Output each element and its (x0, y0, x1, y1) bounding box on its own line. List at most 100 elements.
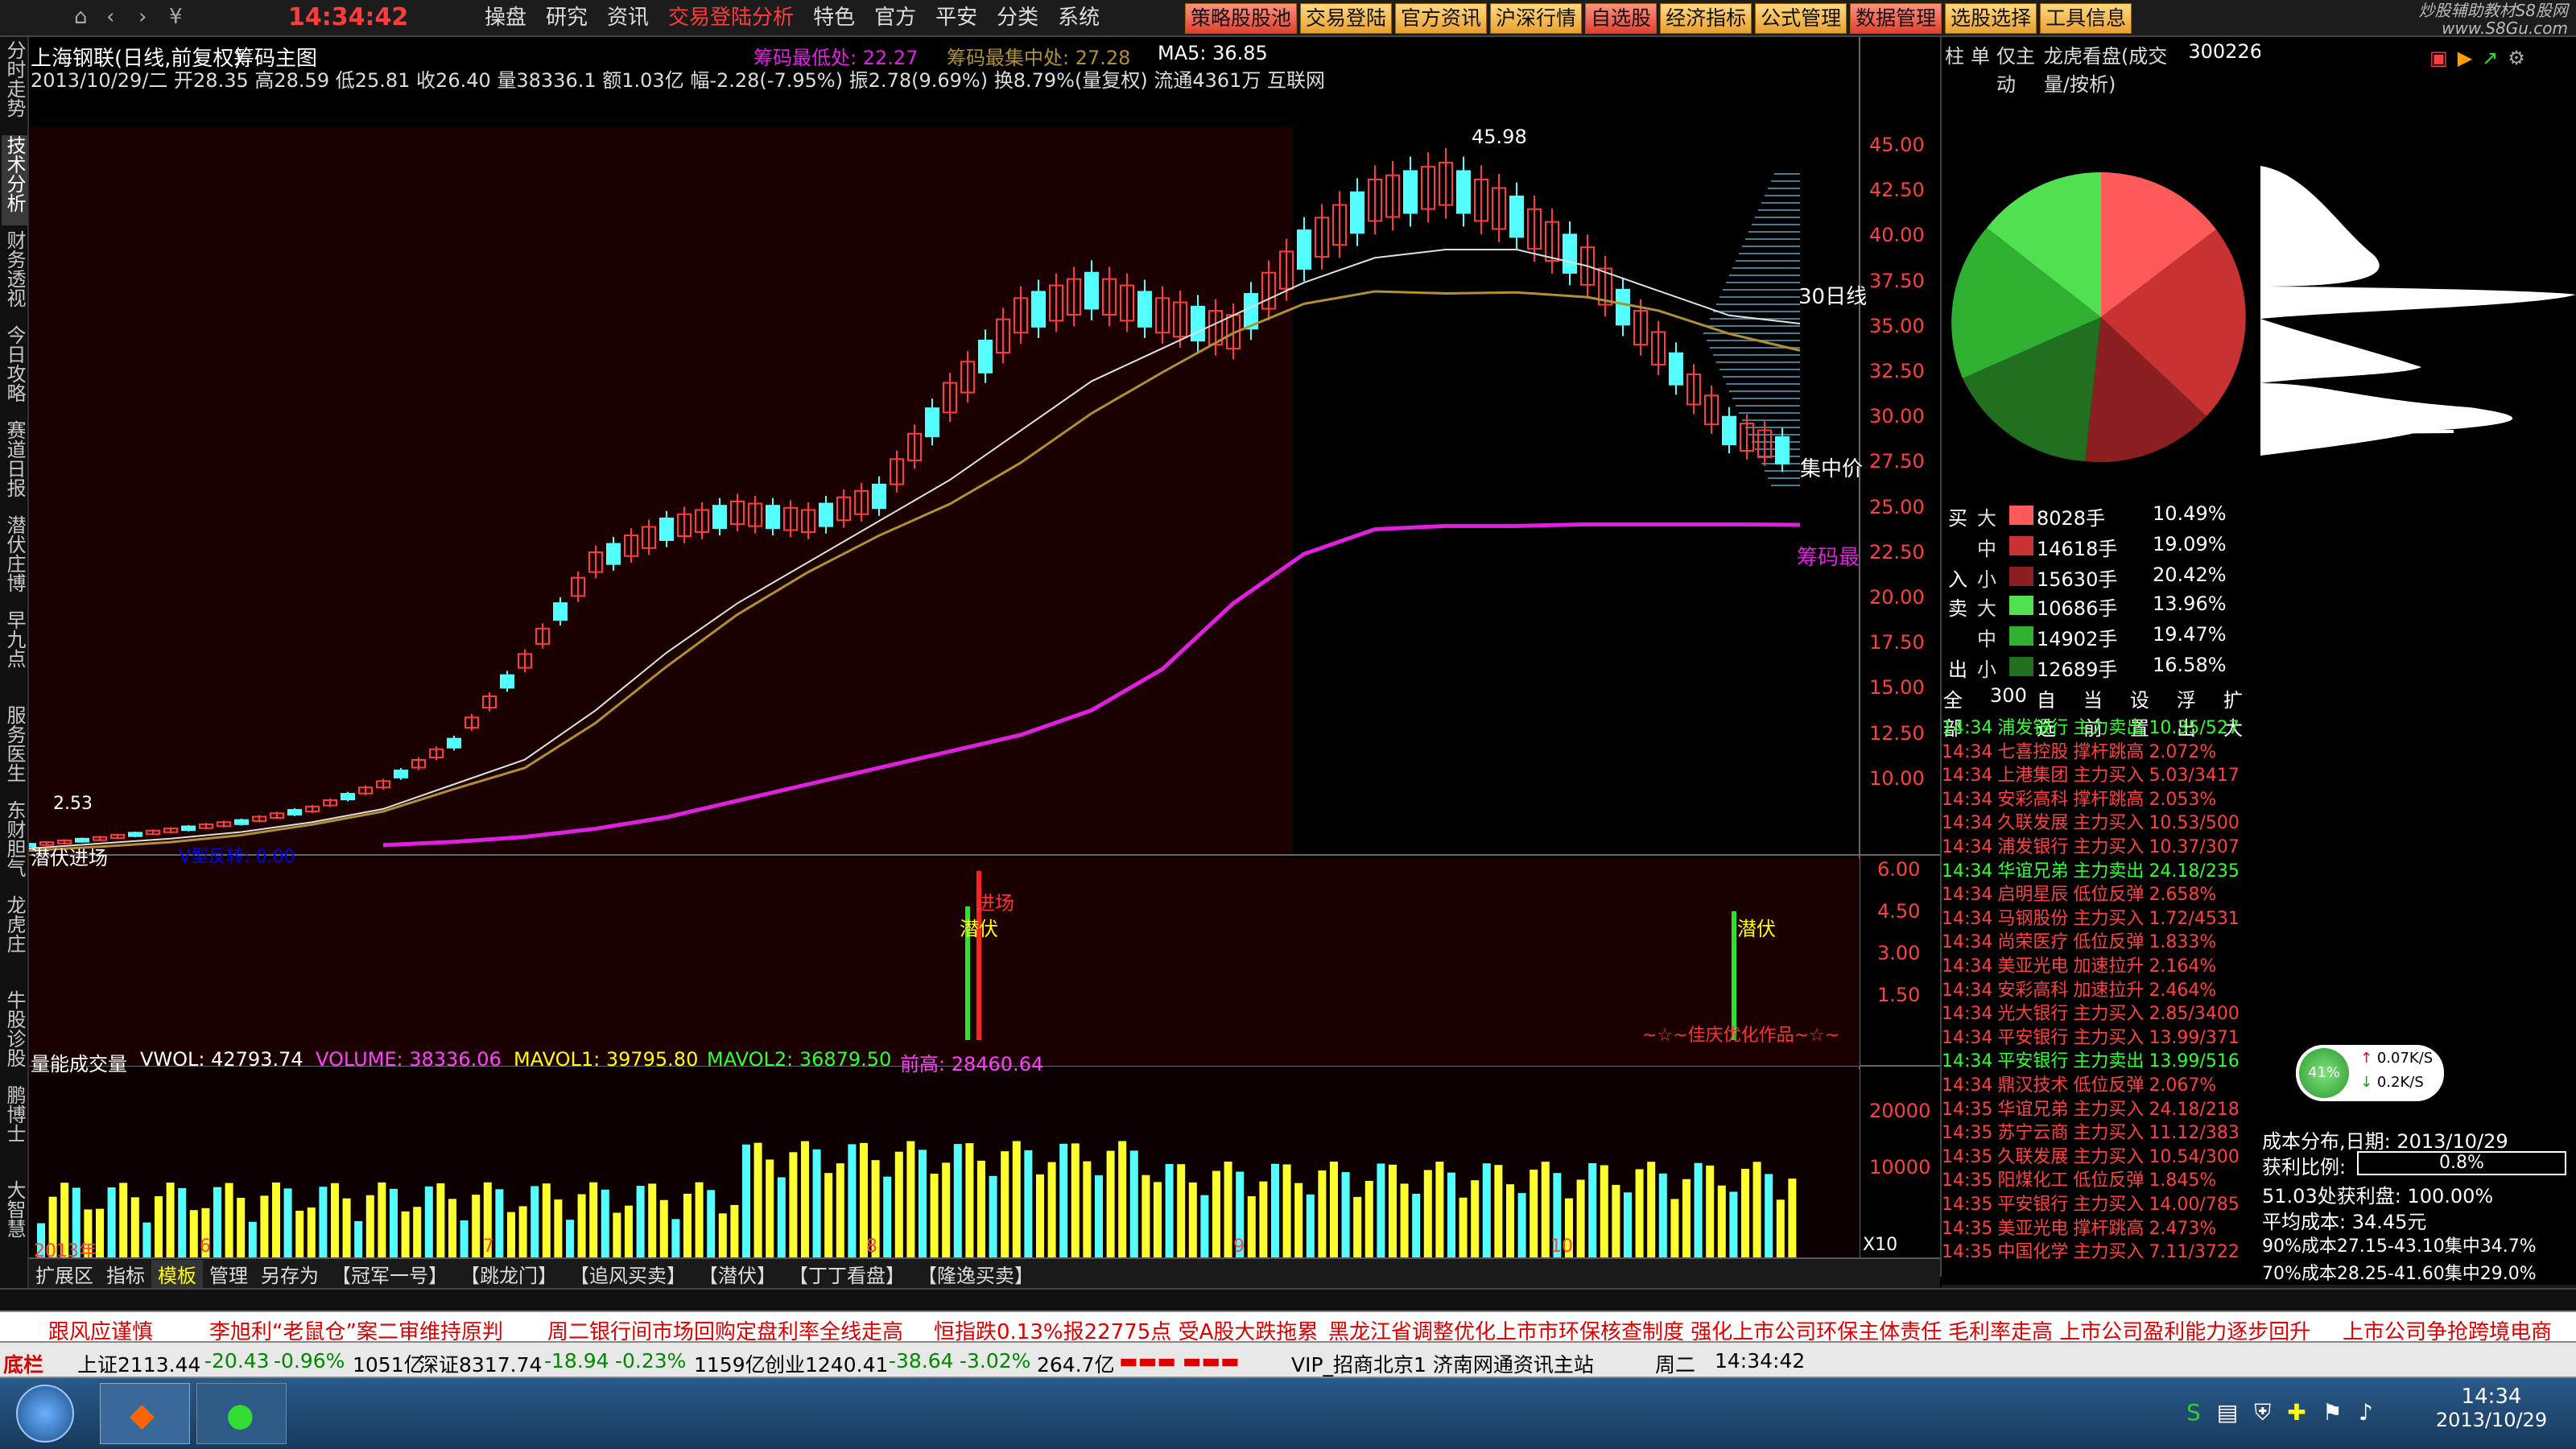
ticker-item[interactable]: 毛利率走高 上市公司盈利能力逐步回升 (1948, 1315, 2310, 1341)
tray-network-icon[interactable]: ▤ (2217, 1399, 2238, 1426)
function-button-6[interactable]: 公式管理 (1755, 3, 1847, 34)
kline-chart[interactable] (29, 37, 1940, 1277)
flow-row[interactable]: 14:35 久联发展 主力买入 10.54/300 (1942, 1142, 2262, 1166)
bottom-tab-2[interactable]: 模板 (151, 1259, 203, 1288)
flow-row[interactable]: 14:34 启明星辰 低位反弹 2.658% (1942, 880, 2262, 903)
forward-icon[interactable]: › (138, 5, 147, 29)
left-nav-item-10[interactable]: 牛股诊股 (2, 990, 27, 1080)
left-nav-item-7[interactable]: 服务医生 (2, 705, 27, 795)
flow-row[interactable]: 14:35 中国化学 主力买入 7.11/3722 (1942, 1237, 2262, 1261)
function-button-8[interactable]: 选股选择 (1945, 3, 2037, 34)
panel-header-3[interactable]: 龙虎看盘(成交量/按析) (2044, 40, 2182, 96)
arrow-icon[interactable]: ↗ (2482, 47, 2498, 69)
panel-header-4[interactable]: 300226 (2188, 40, 2262, 68)
start-button[interactable] (16, 1385, 74, 1443)
flow-row[interactable]: 14:34 浦发银行 主力卖出 10.35/527 (1942, 713, 2262, 737)
server-name[interactable]: VIP_招商北京1 济南网通资讯主站 (1291, 1349, 1594, 1377)
flow-row[interactable]: 14:34 平安银行 主力卖出 13.99/516 (1942, 1046, 2262, 1070)
tray-s-icon[interactable]: S (2186, 1399, 2201, 1426)
bottom-tab-8[interactable]: 【潜伏】 (692, 1260, 782, 1288)
bottom-tab-6[interactable]: 【跳龙门】 (454, 1260, 564, 1288)
menu-item-3[interactable]: 交易登陆分析 (658, 3, 803, 32)
chart-icon[interactable]: ▣ (2429, 47, 2448, 69)
left-nav-item-0[interactable]: 分时走势 (2, 40, 27, 130)
bottom-tab-0[interactable]: 扩展区 (29, 1260, 100, 1288)
ticker-item[interactable]: 李旭利“老鼠仓”案二审维持原判 (209, 1315, 503, 1341)
left-nav-item-2[interactable]: 财务透视 (2, 230, 27, 320)
menu-item-8[interactable]: 系统 (1048, 3, 1109, 32)
flow-row[interactable]: 14:34 美亚光电 加速拉升 2.164% (1942, 952, 2262, 975)
function-button-4[interactable]: 自选股 (1585, 3, 1657, 34)
flow-row[interactable]: 14:34 安彩高科 加速拉升 2.464% (1942, 976, 2262, 999)
function-button-5[interactable]: 经济指标 (1660, 3, 1752, 34)
ticker-item[interactable]: 上市公司争抢跨境电商 (2343, 1315, 2552, 1341)
left-nav-item-4[interactable]: 赛道日报 (2, 420, 27, 510)
chart-area[interactable]: 上海钢联(日线,前复权) 筹码主图 筹码最低处: 22.27 筹码最集中处: 2… (29, 37, 1940, 1296)
left-nav-item-8[interactable]: 东财胆气 (2, 800, 27, 890)
flow-row[interactable]: 14:34 浦发银行 主力买入 10.37/307 (1942, 832, 2262, 856)
menu-item-6[interactable]: 平安 (926, 3, 987, 32)
taskbar-clock[interactable]: 14:34 2013/10/29 (2423, 1385, 2560, 1431)
flow-row[interactable]: 14:34 久联发展 主力买入 10.53/500 (1942, 808, 2262, 832)
ticker-item[interactable]: 周二银行间市场回购定盘利率全线走高 (547, 1315, 903, 1341)
tray-flag-icon[interactable]: ⚑ (2322, 1399, 2343, 1426)
down-icon[interactable]: ¥ (169, 5, 183, 29)
flow-row[interactable]: 14:34 平安银行 主力买入 13.99/371 (1942, 1023, 2262, 1046)
flow-row[interactable]: 14:34 华谊兄弟 主力卖出 24.18/235 (1942, 857, 2262, 880)
panel-header-1[interactable]: 单 (1971, 40, 1990, 68)
flow-row[interactable]: 14:34 光大银行 主力买入 2.85/3400 (1942, 999, 2262, 1022)
panel-header-0[interactable]: 柱 (1945, 40, 1964, 68)
flow-row[interactable]: 14:35 平安银行 主力买入 14.00/785 (1942, 1190, 2262, 1213)
flow-row[interactable]: 14:35 美亚光电 撑杆跳高 2.473% (1942, 1214, 2262, 1237)
cy-index[interactable]: 创业1240.41 (765, 1349, 888, 1377)
menu-item-7[interactable]: 分类 (987, 3, 1048, 32)
left-nav-item-3[interactable]: 今日攻略 (2, 325, 27, 415)
flow-row[interactable]: 14:34 上港集团 主力买入 5.03/3417 (1942, 761, 2262, 784)
left-nav-item-6[interactable]: 早九点 (2, 610, 27, 700)
flow-row[interactable]: 14:34 鼎汉技术 低位反弹 2.067% (1942, 1071, 2262, 1094)
news-ticker[interactable]: 跟风应谨慎 李旭利“老鼠仓”案二审维持原判 周二银行间市场回购定盘利率全线走高 恒指跌… (0, 1311, 2576, 1343)
flag-icon[interactable]: ▶ (2458, 47, 2472, 69)
flow-row[interactable]: 14:34 安彩高科 撑杆跳高 2.053% (1942, 785, 2262, 808)
ticker-item[interactable]: 跟风应谨慎 (48, 1315, 153, 1341)
bottom-tab-3[interactable]: 管理 (203, 1260, 254, 1288)
bottom-tab-5[interactable]: 【冠军一号】 (325, 1260, 454, 1288)
left-nav-item-5[interactable]: 潜伏庄博 (2, 515, 27, 605)
settings-icon[interactable]: ⚙ (2508, 47, 2525, 69)
ticker-item[interactable]: 恒指跌0.13%报22775点 受A股大跌拖累 (934, 1315, 1318, 1341)
left-nav-item-9[interactable]: 龙虎庄 (2, 895, 27, 985)
sz-index[interactable]: 深证8317.74 (419, 1349, 542, 1377)
left-nav-item-1[interactable]: 技术分析 (2, 135, 27, 225)
left-nav-item-11[interactable]: 鹏博士 (2, 1085, 27, 1175)
flow-row[interactable]: 14:35 华谊兄弟 主力买入 24.18/218 (1942, 1095, 2262, 1118)
menu-item-0[interactable]: 操盘 (475, 3, 536, 32)
menu-item-5[interactable]: 官方 (865, 3, 926, 32)
flow-row[interactable]: 14:35 苏宁云商 主力买入 11.12/383 (1942, 1118, 2262, 1141)
function-button-9[interactable]: 工具信息 (2040, 3, 2132, 34)
app-button-1[interactable]: ◆ (100, 1383, 190, 1444)
left-nav-item-12[interactable]: 大智慧 (2, 1180, 27, 1270)
menu-item-2[interactable]: 资讯 (597, 3, 658, 32)
bottom-tab-9[interactable]: 【丁丁看盘】 (782, 1260, 911, 1288)
flow-row[interactable]: 14:34 尚荣医疗 低位反弹 1.833% (1942, 927, 2262, 951)
back-icon[interactable]: ‹ (106, 5, 114, 29)
menu-item-4[interactable]: 特色 (803, 3, 865, 32)
function-button-3[interactable]: 沪深行情 (1490, 3, 1583, 34)
sh-index[interactable]: 上证2113.44 (77, 1349, 200, 1377)
app-button-2[interactable]: ● (196, 1383, 287, 1444)
function-button-7[interactable]: 数据管理 (1850, 3, 1942, 34)
menu-item-1[interactable]: 研究 (536, 3, 597, 32)
function-button-1[interactable]: 交易登陆 (1300, 3, 1393, 34)
flow-row[interactable]: 14:34 马钢股份 主力买入 1.72/4531 (1942, 904, 2262, 927)
tray-plus-icon[interactable]: ✚ (2287, 1399, 2306, 1426)
bottom-tab-1[interactable]: 指标 (100, 1260, 151, 1288)
tray-shield-icon[interactable]: ⛨ (2254, 1399, 2271, 1426)
ticker-item[interactable]: 黑龙江省调整优化上市市环保核查制度 强化上市公司环保主体责任 (1328, 1315, 1942, 1341)
tray-volume-icon[interactable]: ♪ (2359, 1399, 2373, 1426)
panel-header-2[interactable]: 仅主动 (1996, 40, 2037, 96)
bottom-tab-10[interactable]: 【隆逸买卖】 (911, 1260, 1040, 1288)
bottom-tab-4[interactable]: 另存为 (254, 1260, 325, 1288)
flow-row[interactable]: 14:35 阳煤化工 低位反弹 1.845% (1942, 1166, 2262, 1189)
flow-row[interactable]: 14:34 七喜控股 撑杆跳高 2.072% (1942, 737, 2262, 761)
home-icon[interactable]: ⌂ (74, 5, 88, 29)
